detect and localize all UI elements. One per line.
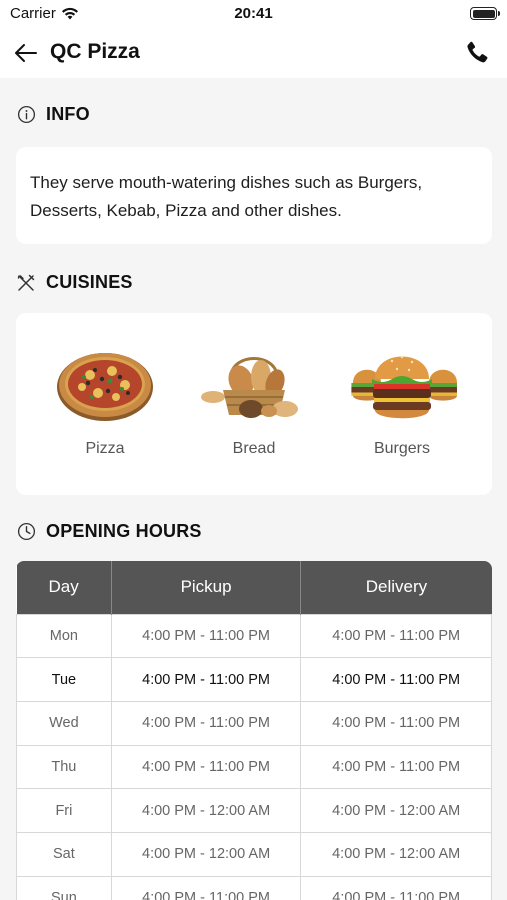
delivery-cell: 4:00 PM - 12:00 AM — [300, 788, 492, 833]
table-row: Thu 4:00 PM - 11:00 PM 4:00 PM - 11:00 P… — [16, 744, 492, 790]
column-header-pickup: Pickup — [111, 561, 302, 614]
day-cell: Sat — [16, 831, 112, 877]
nav-bar: QC Pizza — [0, 28, 507, 78]
opening-hours-heading: OPENING HOURS — [46, 521, 202, 541]
pickup-cell: 4:00 PM - 11:00 PM — [110, 875, 302, 900]
day-cell: Mon — [16, 613, 112, 659]
cuisine-item-bread[interactable]: Bread — [194, 345, 314, 458]
day-cell: Wed — [16, 700, 112, 746]
phone-icon — [467, 41, 488, 63]
cuisine-item-pizza[interactable]: Pizza — [45, 345, 165, 458]
pickup-cell: 4:00 PM - 12:00 AM — [110, 788, 302, 833]
cuisines-heading: CUISINES — [46, 272, 133, 292]
arrow-left-icon — [15, 44, 37, 62]
cuisine-name: Bread — [232, 440, 276, 457]
page-title: QC Pizza — [50, 40, 140, 63]
pickup-cell: 4:00 PM - 11:00 PM — [110, 613, 302, 659]
bread-basket-image — [201, 357, 298, 418]
clock-icon — [16, 522, 36, 542]
info-text: They serve mouth-watering dishes such as… — [30, 173, 423, 220]
status-bar: Carrier 20:41 — [0, 0, 507, 28]
pickup-cell: 4:00 PM - 11:00 PM — [110, 700, 302, 746]
status-time: 20:41 — [234, 5, 273, 22]
day-cell: Tue — [16, 657, 112, 702]
pickup-cell: 4:00 PM - 12:00 AM — [110, 831, 302, 877]
opening-hours-section-header: OPENING HOURS — [16, 521, 202, 542]
cuisine-item-burgers[interactable]: Burgers — [342, 345, 462, 458]
burgers-image — [351, 355, 459, 419]
delivery-cell: 4:00 PM - 12:00 AM — [300, 831, 492, 877]
table-row: Sun 4:00 PM - 11:00 PM 4:00 PM - 11:00 P… — [16, 875, 492, 900]
cuisines-card: Pizza Bread Burgers — [16, 313, 492, 495]
cuisine-name: Pizza — [85, 440, 125, 457]
table-row-today: Tue 4:00 PM - 11:00 PM 4:00 PM - 11:00 P… — [16, 657, 492, 702]
back-button[interactable] — [12, 39, 40, 67]
table-row: Sat 4:00 PM - 12:00 AM 4:00 PM - 12:00 A… — [16, 831, 492, 877]
info-heading: INFO — [46, 104, 90, 124]
delivery-cell: 4:00 PM - 11:00 PM — [300, 744, 492, 790]
cuisines-section-header: CUISINES — [16, 272, 133, 293]
column-header-day: Day — [16, 561, 112, 614]
delivery-cell: 4:00 PM - 11:00 PM — [300, 700, 492, 746]
table-row: Wed 4:00 PM - 11:00 PM 4:00 PM - 11:00 P… — [16, 700, 492, 746]
day-cell: Sun — [16, 875, 112, 900]
table-header-row: Day Pickup Delivery — [16, 561, 492, 614]
cuisine-name: Burgers — [373, 440, 431, 457]
day-cell: Thu — [16, 744, 112, 790]
info-card: They serve mouth-watering dishes such as… — [16, 147, 492, 244]
delivery-cell: 4:00 PM - 11:00 PM — [300, 875, 492, 900]
info-section-header: INFO — [16, 104, 90, 125]
utensils-icon — [16, 273, 36, 293]
pizza-image — [57, 353, 153, 421]
table-row: Fri 4:00 PM - 12:00 AM 4:00 PM - 12:00 A… — [16, 788, 492, 833]
delivery-cell: 4:00 PM - 11:00 PM — [300, 613, 492, 659]
opening-hours-table: Day Pickup Delivery Mon 4:00 PM - 11:00 … — [16, 561, 492, 900]
pickup-cell: 4:00 PM - 11:00 PM — [110, 744, 302, 790]
delivery-cell: 4:00 PM - 11:00 PM — [300, 657, 492, 702]
info-circle-icon — [16, 105, 36, 125]
table-row: Mon 4:00 PM - 11:00 PM 4:00 PM - 11:00 P… — [16, 613, 492, 659]
call-button[interactable] — [463, 39, 491, 67]
day-cell: Fri — [16, 788, 112, 833]
column-header-delivery: Delivery — [300, 561, 492, 614]
pickup-cell: 4:00 PM - 11:00 PM — [110, 657, 302, 702]
battery-icon — [470, 7, 500, 20]
